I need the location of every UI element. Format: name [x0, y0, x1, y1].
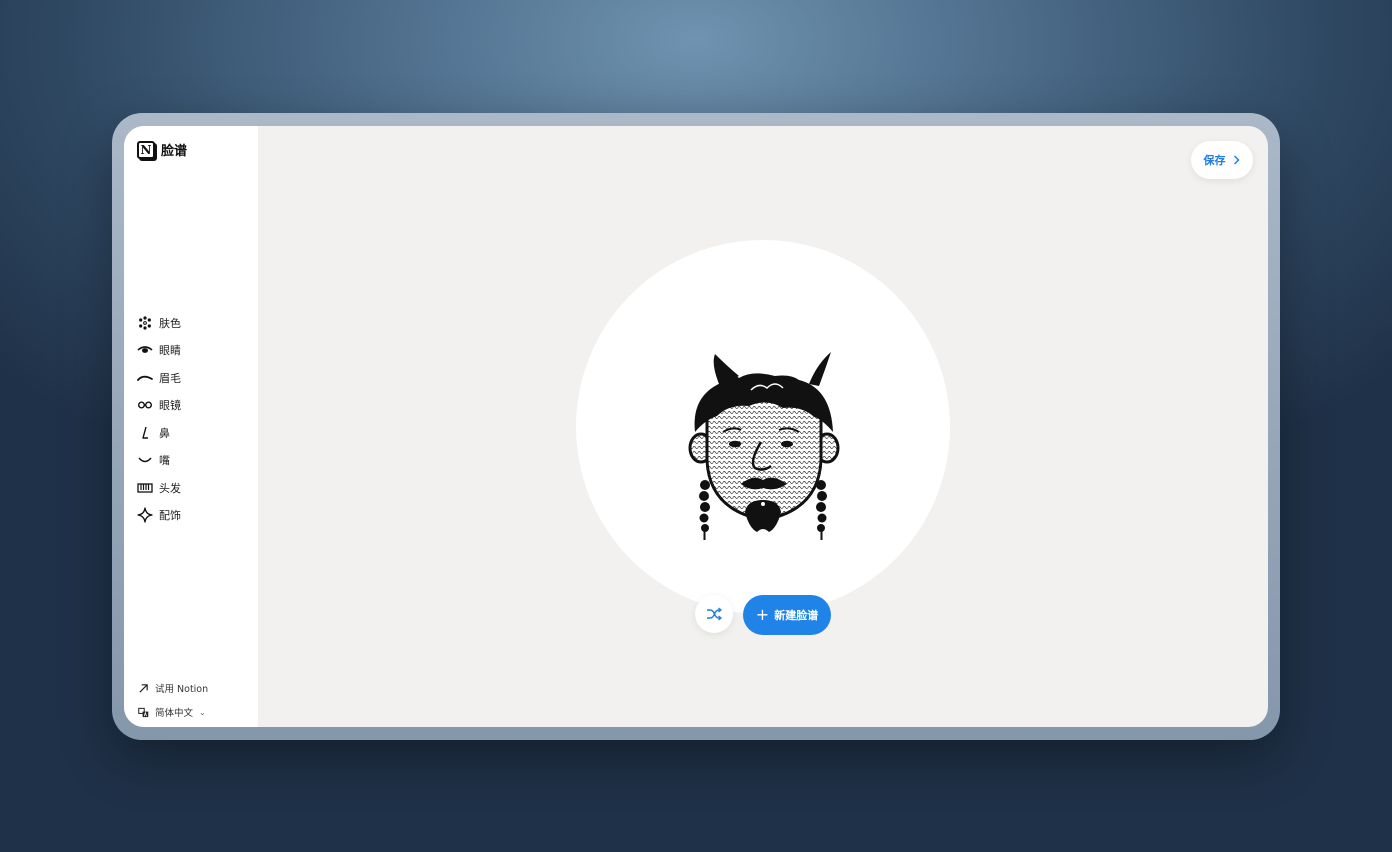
nose-icon: [142, 426, 148, 439]
sidebar-item-label: 配饰: [159, 509, 181, 523]
glasses-icon: [138, 401, 152, 409]
sparkle-icon: [137, 507, 153, 523]
sidebar-item-eyes[interactable]: 眼睛: [137, 337, 181, 365]
translate-icon: [138, 707, 149, 717]
hair-comb-icon: [137, 483, 153, 493]
new-face-label: 新建脸谱: [774, 609, 819, 622]
app-window: N 脸谱 肤色 眼睛 眉毛 眼镜 鼻 嘴 头发 配饰 试用 Notion 简体中…: [124, 126, 1268, 727]
palette-dots-icon: [139, 316, 151, 330]
sidebar-item-label: 鼻: [159, 426, 170, 440]
sidebar-footer: 试用 Notion 简体中文 ⌄: [138, 676, 208, 724]
notion-logo-icon: N: [137, 140, 155, 159]
app-title: 脸谱: [161, 144, 188, 159]
eyebrow-icon: [137, 375, 153, 381]
save-label: 保存: [1203, 154, 1226, 167]
sidebar-item-label: 头发: [159, 481, 181, 495]
try-notion-label: 试用 Notion: [155, 684, 209, 695]
sidebar-item-label: 眼镜: [159, 399, 181, 413]
face-illustration: [688, 352, 840, 540]
sidebar-item-skin[interactable]: 肤色: [137, 309, 181, 337]
save-button[interactable]: 保存: [1191, 141, 1253, 179]
sidebar-item-label: 眼睛: [159, 344, 181, 358]
shuffle-icon: [707, 607, 722, 621]
sidebar: N 脸谱 肤色 眼睛 眉毛 眼镜 鼻 嘴 头发 配饰 试用 Notion 简体中…: [124, 126, 258, 727]
sidebar-item-hair[interactable]: 头发: [137, 474, 181, 502]
avatar-canvas: [576, 240, 950, 614]
plus-icon: +: [755, 605, 770, 624]
sidebar-item-eyebrows[interactable]: 眉毛: [137, 364, 181, 392]
language-selector[interactable]: 简体中文 ⌄: [138, 700, 208, 724]
app-logo[interactable]: N 脸谱: [137, 140, 187, 159]
sidebar-item-nose[interactable]: 鼻: [137, 419, 181, 447]
arrow-up-right-icon: [139, 683, 148, 693]
device-frame: N 脸谱 肤色 眼睛 眉毛 眼镜 鼻 嘴 头发 配饰 试用 Notion 简体中…: [112, 113, 1280, 740]
sidebar-item-mouth[interactable]: 嘴: [137, 447, 181, 475]
sidebar-item-label: 嘴: [159, 454, 170, 468]
feature-menu: 肤色 眼睛 眉毛 眼镜 鼻 嘴 头发 配饰: [137, 309, 181, 529]
language-label: 简体中文: [155, 708, 194, 719]
chevron-down-icon: ⌄: [199, 707, 206, 717]
sidebar-item-label: 肤色: [159, 316, 181, 330]
shuffle-button[interactable]: [695, 595, 733, 633]
new-face-button[interactable]: + 新建脸谱: [743, 595, 831, 635]
sidebar-item-accessories[interactable]: 配饰: [137, 502, 181, 530]
eye-icon: [137, 346, 153, 354]
sidebar-item-glasses[interactable]: 眼镜: [137, 392, 181, 420]
chevron-right-icon: [1233, 155, 1240, 165]
try-notion-link[interactable]: 试用 Notion: [138, 676, 208, 700]
mouth-icon: [138, 457, 152, 463]
sidebar-item-label: 眉毛: [159, 371, 181, 385]
